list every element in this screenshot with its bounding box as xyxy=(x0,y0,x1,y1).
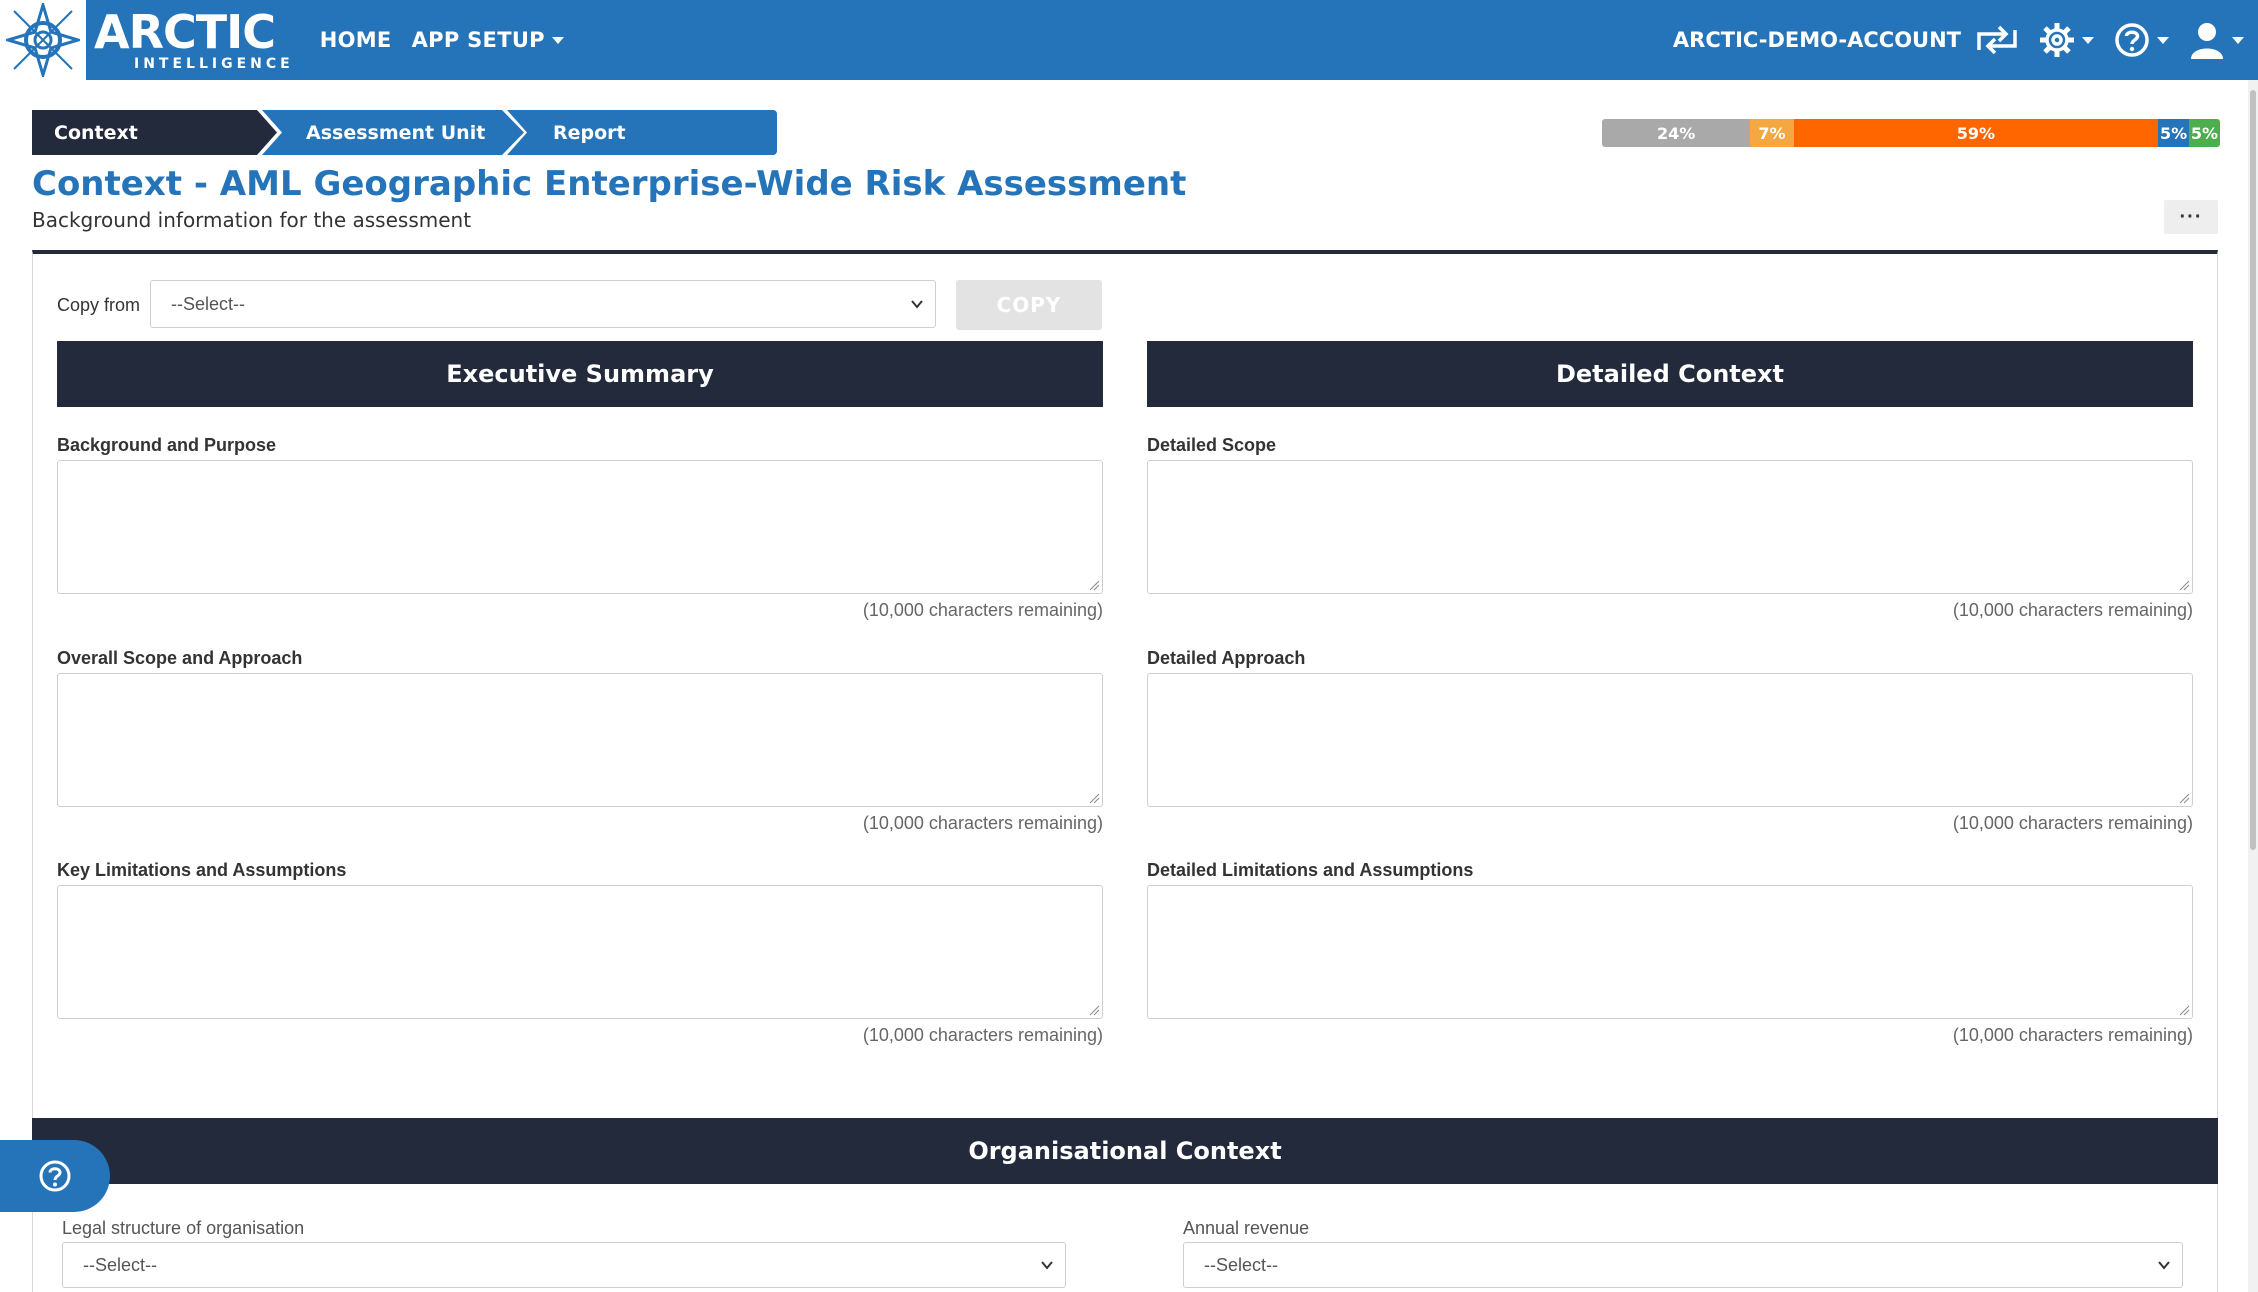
account-name[interactable]: ARCTIC-DEMO-ACCOUNT xyxy=(1673,28,1961,52)
gear-icon[interactable] xyxy=(2039,22,2094,58)
step-assessment-unit[interactable]: Assessment Unit xyxy=(262,110,524,155)
detailed-limitations-remaining: (10,000 characters remaining) xyxy=(1952,1025,2193,1045)
step-report-label: Report xyxy=(553,121,626,144)
step-context[interactable]: Context xyxy=(32,110,277,155)
step-report[interactable]: Report xyxy=(507,110,777,155)
overall-scope-remaining: (10,000 characters remaining) xyxy=(862,813,1103,833)
brand-tagline: INTELLIGENCE xyxy=(134,56,294,72)
detailed-scope-textarea[interactable] xyxy=(1147,460,2193,594)
resize-handle-icon[interactable] xyxy=(1088,579,1100,591)
detailed-approach-remaining: (10,000 characters remaining) xyxy=(1952,813,2193,833)
step-assessment-unit-label: Assessment Unit xyxy=(306,121,486,144)
caret-down-icon xyxy=(2232,36,2244,44)
resize-handle-icon[interactable] xyxy=(2178,579,2190,591)
executive-summary-header: Executive Summary xyxy=(57,341,1103,407)
progress-segment: 5% xyxy=(2158,119,2190,147)
organisational-context-header: Organisational Context xyxy=(32,1118,2218,1184)
detailed-scope-remaining: (10,000 characters remaining) xyxy=(1952,600,2193,620)
step-context-label: Context xyxy=(54,121,138,144)
copy-from-label: Copy from xyxy=(57,295,141,315)
page-title: Context - AML Geographic Enterprise-Wide… xyxy=(32,164,1187,204)
more-options-button[interactable]: ··· xyxy=(2164,200,2218,234)
annual-revenue-select-value: --Select-- xyxy=(1204,1254,1279,1275)
detailed-limitations-label: Detailed Limitations and Assumptions xyxy=(1147,860,1474,880)
help-icon xyxy=(39,1160,71,1192)
legal-structure-select[interactable]: --Select-- xyxy=(62,1242,1066,1288)
nav-home-label: HOME xyxy=(319,28,392,52)
annual-revenue-select[interactable]: --Select-- xyxy=(1183,1242,2183,1288)
top-navbar: ARCTIC INTELLIGENCE HOME APP SETUP ARCTI… xyxy=(0,0,2258,80)
overall-scope-textarea[interactable] xyxy=(57,673,1103,807)
help-icon[interactable] xyxy=(2114,22,2169,58)
page-scrollbar[interactable] xyxy=(2248,80,2258,1292)
progress-segment: 7% xyxy=(1750,119,1794,147)
floating-help-button[interactable] xyxy=(0,1140,110,1212)
navbar-right: ARCTIC-DEMO-ACCOUNT xyxy=(1673,0,2244,80)
copy-from-select-value: --Select-- xyxy=(171,293,246,314)
progress-segment: 59% xyxy=(1793,119,2159,147)
legal-structure-label: Legal structure of organisation xyxy=(62,1218,305,1238)
caret-down-icon xyxy=(551,36,564,44)
key-limitations-textarea[interactable] xyxy=(57,885,1103,1019)
annual-revenue-label: Annual revenue xyxy=(1183,1218,1310,1238)
background-purpose-textarea[interactable] xyxy=(57,460,1103,594)
background-purpose-label: Background and Purpose xyxy=(57,435,277,455)
overall-scope-label: Overall Scope and Approach xyxy=(57,648,303,668)
copy-button[interactable]: COPY xyxy=(956,280,1102,330)
detailed-context-header: Detailed Context xyxy=(1147,341,2193,407)
progress-segment: 24% xyxy=(1602,119,1751,147)
detailed-approach-label: Detailed Approach xyxy=(1147,648,1306,668)
resize-handle-icon[interactable] xyxy=(2178,1004,2190,1016)
detailed-approach-textarea[interactable] xyxy=(1147,673,2193,807)
detailed-limitations-textarea[interactable] xyxy=(1147,885,2193,1019)
legal-structure-select-value: --Select-- xyxy=(83,1254,158,1275)
resize-handle-icon[interactable] xyxy=(1088,1004,1100,1016)
resize-handle-icon[interactable] xyxy=(1088,792,1100,804)
copy-from-select[interactable]: --Select-- xyxy=(150,280,936,328)
arctic-logo[interactable] xyxy=(0,0,86,80)
chevron-down-icon xyxy=(2158,1261,2170,1270)
nav-app-setup-label: APP SETUP xyxy=(411,28,545,52)
caret-down-icon xyxy=(2082,36,2094,44)
risk-progress-bar: 24% 7% 59% 5% 5% xyxy=(1602,119,2220,147)
page-subtitle: Background information for the assessmen… xyxy=(32,208,472,232)
compass-logo-icon xyxy=(6,3,80,77)
nav-app-setup-dropdown[interactable]: APP SETUP xyxy=(412,28,564,52)
key-limitations-label: Key Limitations and Assumptions xyxy=(57,860,347,880)
resize-handle-icon[interactable] xyxy=(2178,792,2190,804)
switch-account-icon[interactable] xyxy=(1975,24,2019,56)
progress-segment: 5% xyxy=(2189,119,2220,147)
chevron-down-icon xyxy=(911,300,923,309)
chevron-down-icon xyxy=(1041,1261,1053,1270)
caret-down-icon xyxy=(2157,36,2169,44)
nav-home-link[interactable]: HOME xyxy=(320,28,392,52)
key-limitations-remaining: (10,000 characters remaining) xyxy=(862,1025,1103,1045)
brand-name: ARCTIC xyxy=(94,5,276,59)
assessment-steps: Context Assessment Unit Report xyxy=(32,110,777,155)
scrollbar-thumb[interactable] xyxy=(2250,90,2256,850)
brand-wordmark[interactable]: ARCTIC INTELLIGENCE xyxy=(94,9,294,71)
detailed-scope-label: Detailed Scope xyxy=(1147,435,1277,455)
background-purpose-remaining: (10,000 characters remaining) xyxy=(862,600,1103,620)
user-icon[interactable] xyxy=(2189,21,2244,59)
